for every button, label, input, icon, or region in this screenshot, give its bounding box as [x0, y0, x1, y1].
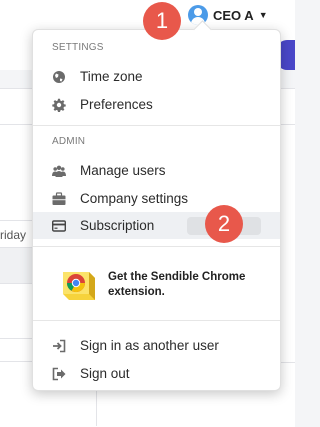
menu-item-sign-out[interactable]: Sign out: [33, 360, 280, 387]
step-badge-2: 2: [205, 205, 243, 243]
gear-icon: [52, 98, 66, 112]
menu-item-label: Manage users: [80, 163, 166, 178]
admin-section-title: ADMIN: [52, 136, 86, 147]
chrome-extension-icon: [63, 272, 95, 300]
menu-item-preferences[interactable]: Preferences: [33, 91, 280, 118]
user-dropdown-menu: SETTINGS Time zone Preferences ADMIN Man…: [32, 29, 281, 391]
grid-line: [0, 283, 32, 284]
menu-item-sign-in-as-another-user[interactable]: Sign in as another user: [33, 332, 280, 359]
calendar-cell: [0, 248, 32, 283]
menu-item-label: Preferences: [80, 97, 153, 112]
users-icon: [52, 165, 66, 177]
menu-item-label: Time zone: [80, 69, 143, 84]
menu-item-time-zone[interactable]: Time zone: [33, 63, 280, 90]
menu-item-company-settings[interactable]: Company settings: [33, 185, 280, 212]
sign-in-icon: [53, 339, 66, 353]
menu-item-manage-users[interactable]: Manage users: [33, 157, 280, 184]
user-name: CEO A: [213, 7, 254, 23]
grid-line: [0, 361, 32, 362]
divider: [33, 246, 280, 247]
chrome-extension-promo[interactable]: Get the Sendible Chrome extension.: [59, 266, 245, 304]
credit-card-icon: [52, 220, 66, 232]
menu-item-label: Company settings: [80, 191, 189, 206]
settings-section-title: SETTINGS: [52, 42, 104, 53]
menu-item-label: Subscription: [80, 218, 155, 233]
menu-item-label: Sign in as another user: [80, 338, 219, 353]
sign-out-icon: [52, 367, 66, 381]
grid-line: [0, 338, 32, 339]
chevron-down-icon: ▼: [258, 10, 268, 20]
menu-item-label: Sign out: [80, 366, 130, 381]
chrome-promo-text: Get the Sendible Chrome extension.: [108, 271, 246, 298]
divider: [33, 320, 280, 321]
divider: [33, 125, 280, 126]
briefcase-icon: [52, 192, 66, 205]
grid-line: [281, 362, 295, 363]
globe-icon: [53, 71, 65, 83]
step-badge-1: 1: [143, 2, 181, 40]
day-label: riday: [0, 228, 27, 242]
grid-line: [0, 220, 32, 221]
